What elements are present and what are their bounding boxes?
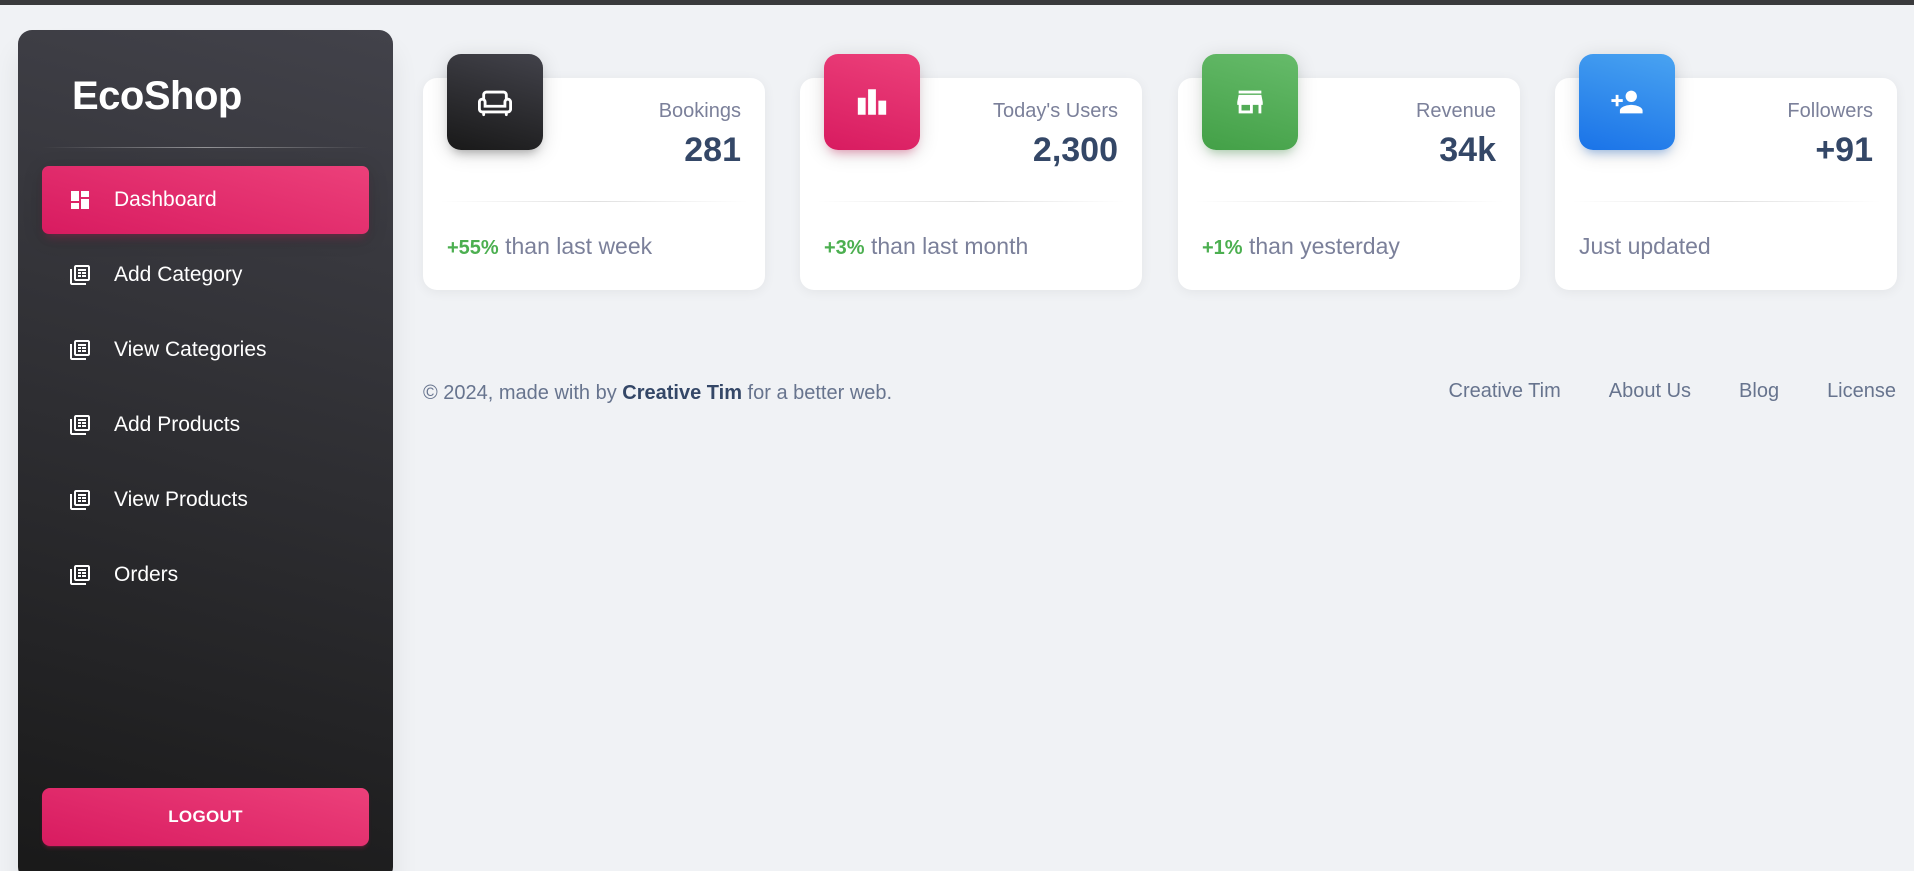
copyright-prefix: © 2024, made with by	[423, 382, 623, 404]
stat-change-text: than last week	[498, 233, 653, 259]
footer-link-license[interactable]: License	[1827, 380, 1896, 403]
footer-link-creative-tim[interactable]: Creative Tim	[1449, 380, 1561, 403]
sidebar-item-label: View Products	[114, 488, 248, 511]
stat-label: Followers	[1787, 100, 1873, 122]
sidebar-item-add-category[interactable]: Add Category	[42, 241, 369, 309]
copyright-author-link[interactable]: Creative Tim	[622, 382, 742, 404]
footer-link-blog[interactable]: Blog	[1739, 380, 1779, 403]
card-divider	[816, 201, 1126, 202]
stat-value: 281	[684, 131, 741, 169]
stat-label: Revenue	[1415, 100, 1496, 122]
sidebar: EcoShop Dashboard Add Category View Cate…	[18, 30, 393, 871]
sidebar-item-label: Add Products	[114, 413, 241, 436]
stat-footer: Just updated	[1579, 233, 1711, 260]
stat-label: Bookings	[658, 100, 741, 122]
logout-button[interactable]: LOGOUT	[42, 788, 369, 846]
card-divider	[439, 201, 749, 202]
stat-card-bookings: Bookings 281 +55% than last week	[423, 54, 765, 290]
sidebar-item-label: Dashboard	[114, 188, 217, 211]
sidebar-nav: Dashboard Add Category View Categories A…	[42, 166, 369, 616]
card-divider	[1571, 201, 1881, 202]
card-divider	[1194, 201, 1504, 202]
top-bar	[0, 0, 1914, 5]
sofa-icon	[447, 54, 543, 150]
stat-card-followers: Followers +91 Just updated	[1555, 54, 1897, 290]
stat-card-todays-users: Today's Users 2,300 +3% than last month	[800, 54, 1142, 290]
table-icon	[68, 263, 92, 287]
footer-links: Creative Tim About Us Blog License	[1449, 380, 1896, 403]
stat-value: 2,300	[1032, 131, 1118, 169]
stat-card-revenue: Revenue 34k +1% than yesterday	[1178, 54, 1520, 290]
sidebar-item-label: Add Category	[114, 263, 243, 286]
stat-change-text: than last month	[864, 233, 1029, 259]
table-icon	[68, 338, 92, 362]
stat-change-text: Just updated	[1579, 233, 1711, 259]
brand-logo[interactable]: EcoShop	[72, 74, 242, 119]
sidebar-item-view-categories[interactable]: View Categories	[42, 316, 369, 384]
sidebar-item-add-products[interactable]: Add Products	[42, 391, 369, 459]
stat-footer: +1% than yesterday	[1202, 233, 1400, 260]
sidebar-item-view-products[interactable]: View Products	[42, 466, 369, 534]
store-icon	[1202, 54, 1298, 150]
table-icon	[68, 488, 92, 512]
table-icon	[68, 413, 92, 437]
stat-change-text: than yesterday	[1242, 233, 1400, 259]
footer-copyright: © 2024, made with by Creative Tim for a …	[423, 382, 892, 405]
footer-link-about-us[interactable]: About Us	[1609, 380, 1691, 403]
table-icon	[68, 563, 92, 587]
stat-value: 34k	[1439, 131, 1496, 169]
stat-label: Today's Users	[993, 100, 1118, 122]
stat-footer: +55% than last week	[447, 233, 652, 260]
sidebar-item-label: View Categories	[114, 338, 267, 361]
stat-change: +3%	[824, 237, 865, 259]
dashboard-icon	[68, 188, 92, 212]
sidebar-item-dashboard[interactable]: Dashboard	[42, 166, 369, 234]
stat-change: +55%	[447, 237, 499, 259]
copyright-suffix: for a better web.	[741, 382, 893, 404]
stat-change: +1%	[1202, 237, 1243, 259]
person-add-icon	[1579, 54, 1675, 150]
sidebar-item-label: Orders	[114, 563, 179, 586]
stat-footer: +3% than last month	[824, 233, 1028, 260]
leaderboard-icon	[824, 54, 920, 150]
sidebar-divider	[42, 147, 369, 148]
sidebar-item-orders[interactable]: Orders	[42, 541, 369, 609]
stat-value: +91	[1815, 131, 1873, 169]
